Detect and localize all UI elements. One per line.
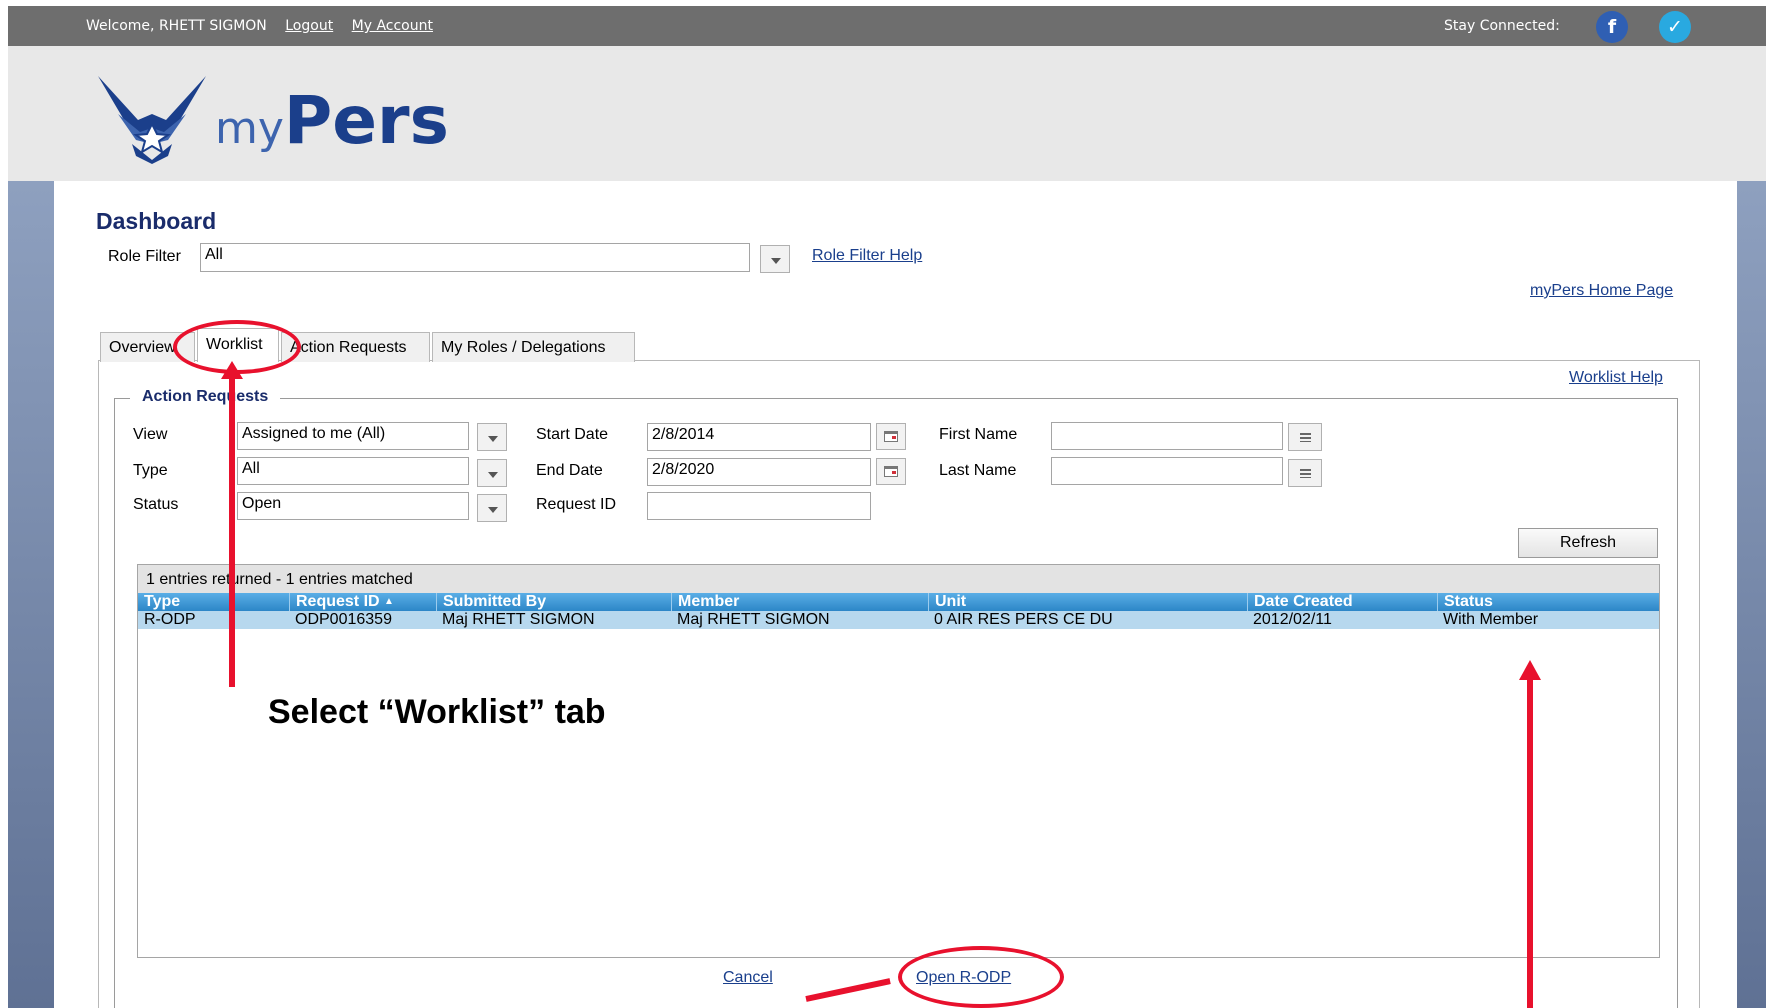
worklist-pointer-arrowhead: [221, 361, 243, 379]
view-label: View: [133, 426, 168, 443]
worklist-help-link[interactable]: Worklist Help: [1569, 369, 1663, 387]
column-header-date-created[interactable]: Date Created: [1247, 593, 1437, 611]
request-id-label: Request ID: [536, 496, 617, 513]
refresh-button[interactable]: Refresh: [1518, 528, 1658, 558]
cell-submitted-by: Maj RHETT SIGMON: [442, 611, 595, 628]
air-force-wings-icon: [98, 76, 206, 164]
request-id-input[interactable]: [647, 492, 871, 520]
tab-action-requests[interactable]: Action Requests: [281, 332, 430, 362]
cell-status: With Member: [1443, 611, 1539, 628]
cell-type: R-ODP: [144, 611, 196, 628]
column-header-request-id[interactable]: Request ID ▲: [289, 593, 436, 611]
my-account-link[interactable]: My Account: [352, 18, 433, 34]
right-border: [1737, 181, 1766, 1008]
role-filter-label: Role Filter: [108, 248, 181, 265]
worklist-grid: 1 entries returned - 1 entries matched T…: [137, 564, 1660, 958]
column-header-unit[interactable]: Unit: [928, 593, 1247, 611]
cell-unit: 0 AIR RES PERS CE DU: [934, 611, 1113, 628]
type-select[interactable]: All: [237, 457, 469, 485]
mypers-home-link[interactable]: myPers Home Page: [1530, 282, 1673, 300]
grid-header-row: Type Request ID ▲ Submitted By Member Un…: [138, 593, 1659, 611]
status-pointer-line: [1527, 678, 1533, 1008]
first-name-input[interactable]: [1051, 422, 1283, 450]
end-date-calendar-icon[interactable]: [876, 458, 906, 485]
role-filter-dropdown-button[interactable]: [760, 245, 790, 273]
cell-date-created: 2012/02/11: [1253, 611, 1332, 628]
facebook-icon[interactable]: f: [1596, 11, 1628, 43]
table-row[interactable]: R-ODP ODP0016359 Maj RHETT SIGMON Maj RH…: [138, 611, 1659, 629]
welcome-text: Welcome, RHETT SIGMON: [86, 18, 267, 34]
welcome-area: Welcome, RHETT SIGMON Logout My Account: [86, 18, 433, 34]
end-date-input[interactable]: 2/8/2020: [647, 458, 871, 486]
status-select[interactable]: Open: [237, 492, 469, 520]
worklist-pointer-line: [229, 371, 235, 687]
view-dropdown-button[interactable]: [477, 423, 507, 451]
type-label: Type: [133, 462, 168, 479]
start-date-label: Start Date: [536, 426, 609, 443]
role-filter-help-link[interactable]: Role Filter Help: [812, 247, 922, 265]
last-name-lookup-icon[interactable]: [1288, 459, 1322, 487]
end-date-label: End Date: [536, 462, 603, 479]
logout-link[interactable]: Logout: [285, 18, 333, 34]
action-requests-legend: Action Requests: [130, 388, 281, 406]
type-dropdown-button[interactable]: [477, 459, 507, 487]
status-pointer-arrowhead: [1519, 660, 1541, 680]
status-label: Status: [133, 496, 179, 513]
role-filter-select[interactable]: All: [200, 243, 750, 272]
start-date-calendar-icon[interactable]: [876, 423, 906, 450]
last-name-input[interactable]: [1051, 457, 1283, 485]
first-name-lookup-icon[interactable]: [1288, 423, 1322, 451]
cell-member: Maj RHETT SIGMON: [677, 611, 830, 628]
column-header-type[interactable]: Type: [138, 593, 288, 611]
twitter-icon[interactable]: ✓: [1659, 11, 1691, 43]
cancel-link[interactable]: Cancel: [723, 969, 773, 987]
start-date-input[interactable]: 2/8/2014: [647, 423, 871, 451]
column-header-member[interactable]: Member: [671, 593, 928, 611]
open-r-odp-highlight-ellipse: [898, 946, 1064, 1008]
tab-my-roles-delegations[interactable]: My Roles / Delegations: [432, 332, 635, 362]
column-header-request-id-label: Request ID: [296, 593, 380, 610]
page-title: Dashboard: [96, 208, 217, 234]
last-name-label: Last Name: [939, 462, 1017, 479]
logo-my: my: [215, 103, 284, 154]
column-header-submitted-by[interactable]: Submitted By: [436, 593, 671, 611]
grid-entry-count: 1 entries returned - 1 entries matched: [138, 565, 1659, 593]
status-dropdown-button[interactable]: [477, 494, 507, 522]
first-name-label: First Name: [939, 426, 1018, 443]
column-header-status[interactable]: Status: [1437, 593, 1659, 611]
sort-ascending-icon: ▲: [384, 596, 394, 607]
mypers-logo: myPers: [215, 82, 449, 159]
logo-pers: Pers: [283, 82, 449, 159]
top-bar: Welcome, RHETT SIGMON Logout My Account …: [8, 6, 1766, 46]
instruction-text: Select “Worklist” tab: [268, 693, 606, 731]
cell-request-id: ODP0016359: [295, 611, 392, 628]
left-border: [8, 181, 54, 1008]
stay-connected-label: Stay Connected:: [1444, 18, 1560, 34]
view-select[interactable]: Assigned to me (All): [237, 422, 469, 450]
